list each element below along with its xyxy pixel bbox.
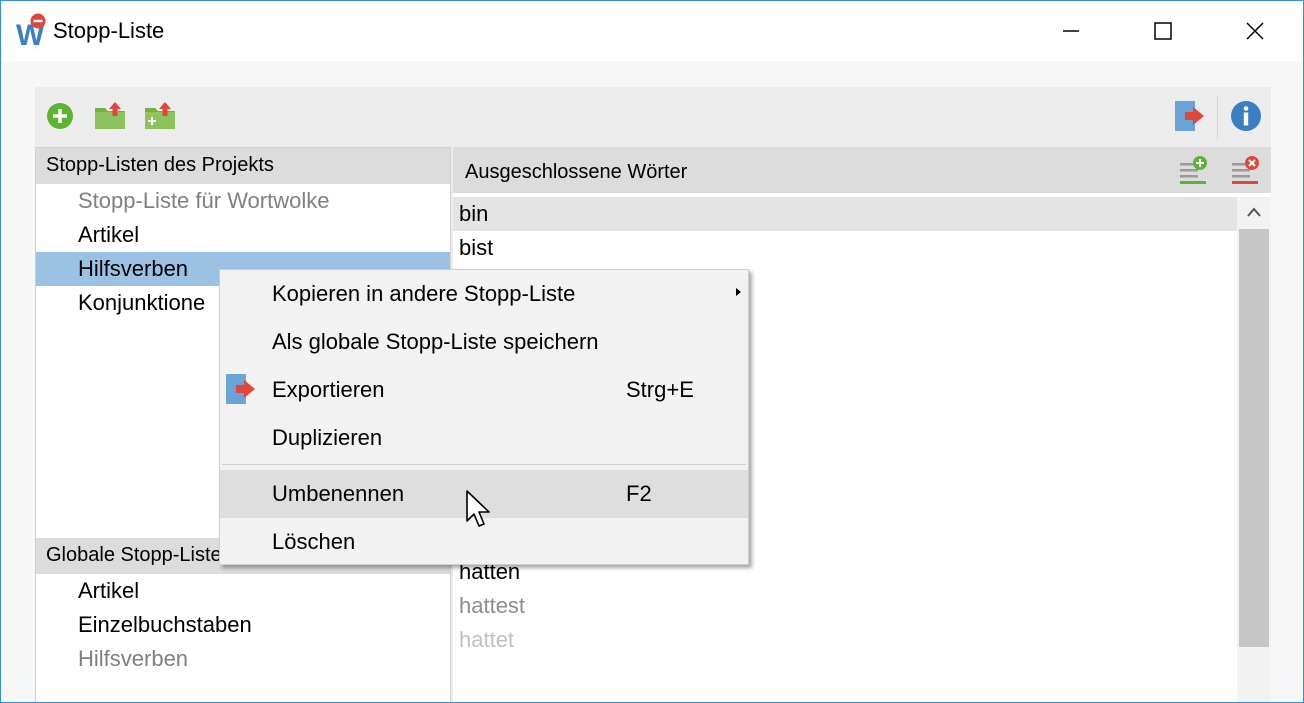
- list-item[interactable]: Artikel: [36, 574, 450, 608]
- chevron-up-icon: [1247, 207, 1261, 217]
- list-item[interactable]: Stopp-Liste für Wortwolke: [36, 184, 450, 218]
- menu-item-label: Duplizieren: [272, 425, 383, 450]
- submenu-arrow-icon: [736, 288, 741, 296]
- window-title: Stopp-Liste: [53, 18, 165, 43]
- global-lists: Artikel Einzelbuchstaben Hilfsverben: [36, 574, 450, 676]
- project-lists-header: Stopp-Listen des Projekts: [36, 148, 450, 184]
- excluded-words-list: bin bist: [453, 197, 1237, 265]
- minimize-icon: [1063, 30, 1079, 32]
- export-icon: [226, 374, 255, 404]
- excluded-words-title: Ausgeschlossene Wörter: [465, 161, 688, 183]
- close-icon: [1246, 22, 1264, 40]
- toolbar: [35, 87, 1271, 145]
- add-circle-icon[interactable]: [43, 99, 77, 133]
- menu-item-label: Löschen: [272, 529, 356, 554]
- menu-item-copy-to-list[interactable]: Kopieren in andere Stopp-Liste: [220, 270, 748, 318]
- menu-item-label: Kopieren in andere Stopp-Liste: [272, 281, 576, 306]
- excluded-words-header: Ausgeschlossene Wörter: [453, 147, 1271, 193]
- toolbar-separator: [1217, 95, 1218, 139]
- list-item[interactable]: Hilfsverben: [36, 642, 450, 676]
- menu-item-shortcut: F2: [626, 481, 652, 506]
- scrollbar-thumb[interactable]: [1239, 229, 1269, 647]
- menu-item-shortcut: Strg+E: [626, 377, 694, 402]
- menu-separator: [222, 464, 746, 465]
- title-bar[interactable]: W Stopp-Liste: [1, 1, 1303, 61]
- stopp-liste-window: W Stopp-Liste Stopp-Listen des Projekts …: [0, 0, 1304, 703]
- folder-upload-icon[interactable]: [93, 99, 127, 133]
- word-item[interactable]: hattet: [453, 623, 1237, 657]
- word-item[interactable]: bin: [453, 197, 1237, 231]
- menu-item-label: Als globale Stopp-Liste speichern: [272, 329, 599, 354]
- menu-item-label: Umbenennen: [272, 481, 405, 506]
- info-icon[interactable]: [1229, 99, 1263, 133]
- export-icon[interactable]: [1173, 99, 1207, 133]
- list-item[interactable]: Einzelbuchstaben: [36, 608, 450, 642]
- minimize-button[interactable]: [1025, 1, 1117, 61]
- maximize-button[interactable]: [1117, 1, 1209, 61]
- maximize-icon: [1154, 22, 1172, 40]
- menu-item-save-global[interactable]: Als globale Stopp-Liste speichern: [220, 318, 748, 366]
- list-item[interactable]: Artikel: [36, 218, 450, 252]
- add-word-icon[interactable]: [1179, 155, 1209, 185]
- word-item[interactable]: hattest: [453, 589, 1237, 623]
- word-item[interactable]: bist: [453, 231, 1237, 265]
- mouse-pointer-icon: [466, 490, 490, 527]
- vertical-scrollbar[interactable]: [1237, 197, 1271, 702]
- scroll-up-button[interactable]: [1237, 197, 1271, 227]
- wordwolke-stopp-app-icon: W: [16, 13, 46, 47]
- menu-item-duplicate[interactable]: Duplizieren: [220, 414, 748, 462]
- menu-item-label: Exportieren: [272, 377, 385, 402]
- remove-word-icon[interactable]: [1231, 155, 1261, 185]
- close-button[interactable]: [1209, 1, 1301, 61]
- folder-add-upload-icon[interactable]: [143, 99, 177, 133]
- menu-item-export[interactable]: Exportieren Strg+E: [220, 366, 748, 414]
